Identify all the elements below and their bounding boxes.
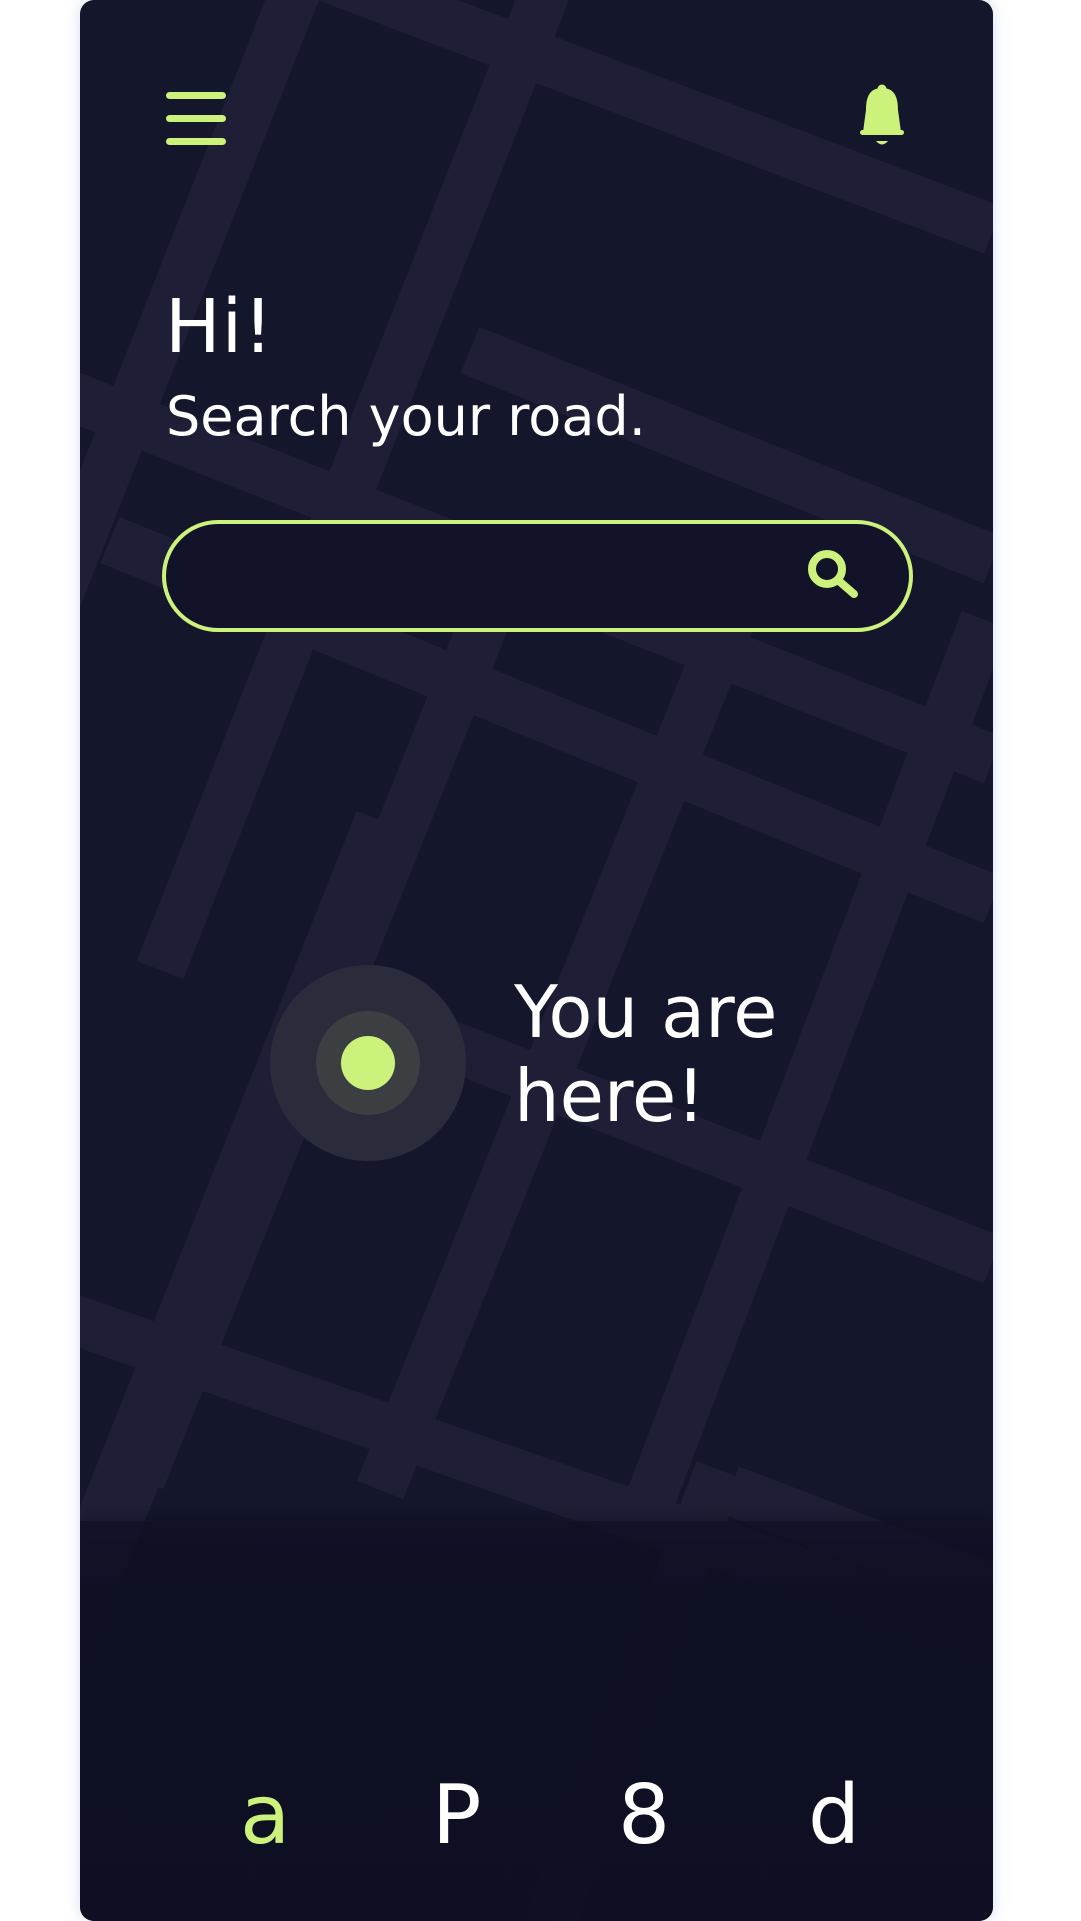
nav-item-d[interactable]: d [808,1775,860,1857]
greeting-title: Hi! [165,284,274,370]
bell-icon[interactable] [857,84,907,150]
location-label: You are here! [514,970,778,1138]
app-screen: Hi! Search your road. You are here! a P … [80,0,993,1921]
nav-item-p[interactable]: P [432,1775,481,1857]
nav-item-8[interactable]: 8 [618,1775,670,1857]
hamburger-menu-icon[interactable] [166,92,226,146]
search-icon[interactable] [804,546,864,606]
nav-item-a[interactable]: a [240,1775,290,1857]
location-marker-icon[interactable] [270,965,466,1161]
search-input[interactable] [206,540,790,614]
greeting-subtitle: Search your road. [166,385,646,448]
search-field[interactable] [162,520,913,632]
